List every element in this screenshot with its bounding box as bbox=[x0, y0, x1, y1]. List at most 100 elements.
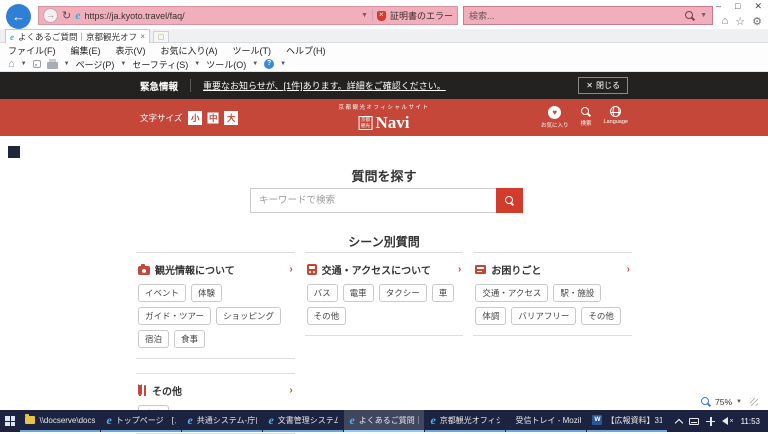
tag[interactable]: バス bbox=[307, 284, 338, 302]
address-dropdown-icon[interactable]: ▼ bbox=[361, 12, 368, 19]
tag[interactable]: 交通・アクセス bbox=[475, 284, 548, 302]
chevron-down-icon[interactable]: ▼ bbox=[194, 61, 200, 67]
chevron-down-icon[interactable]: ▼ bbox=[280, 61, 286, 67]
feed-icon[interactable] bbox=[33, 60, 41, 68]
chevron-down-icon[interactable]: ▼ bbox=[64, 61, 70, 67]
taskbar-item[interactable]: 受信トレイ - Mozilla ... bbox=[506, 410, 586, 432]
search-nav[interactable]: 検索 bbox=[581, 106, 592, 129]
taskbar-item[interactable]: e 共通システム-庁内メ... bbox=[182, 410, 262, 432]
print-icon[interactable] bbox=[47, 62, 58, 69]
nav-label: 検索 bbox=[581, 119, 592, 127]
category-card[interactable]: 観光情報について›イベント体験ガイド・ツアーショッピング宿泊食事 bbox=[136, 252, 295, 359]
browser-search-input[interactable] bbox=[469, 11, 680, 21]
chevron-down-icon[interactable]: ▼ bbox=[21, 61, 27, 67]
tag[interactable]: 体験 bbox=[191, 284, 222, 302]
emergency-notice-link[interactable]: 重要なお知らせが、[1件]あります。詳細をご確認ください。 bbox=[203, 79, 446, 92]
emergency-close-button[interactable]: ✕ 閉じる bbox=[578, 77, 628, 94]
globe-icon bbox=[610, 106, 621, 117]
chevron-down-icon[interactable]: ▼ bbox=[736, 399, 742, 405]
site-logo[interactable]: 京都観光オフィシャルサイト 京都観光 Navi bbox=[339, 103, 430, 133]
menu-item-2[interactable]: 表示(V) bbox=[116, 44, 146, 57]
tray-expand-icon[interactable] bbox=[675, 418, 683, 426]
emergency-label: 緊急情報 bbox=[140, 79, 178, 93]
start-button[interactable] bbox=[0, 410, 20, 432]
nav-label: Language bbox=[604, 119, 628, 125]
menu-item-3[interactable]: お気に入り(A) bbox=[161, 44, 218, 57]
font-size-button-小[interactable]: 小 bbox=[188, 111, 202, 125]
close-button[interactable]: ✕ bbox=[754, 1, 762, 12]
tag[interactable]: 食事 bbox=[174, 330, 205, 348]
resize-grip[interactable] bbox=[750, 398, 758, 406]
tag[interactable]: 体調 bbox=[475, 307, 506, 325]
volume-muted-icon[interactable]: × bbox=[722, 417, 733, 425]
taskbar-item[interactable]: e京都観光オフィシャル... bbox=[425, 410, 505, 432]
heart-icon: ♥ bbox=[548, 106, 561, 119]
browser-search-box[interactable]: ▼ bbox=[463, 6, 713, 25]
help-icon[interactable]: ? bbox=[264, 59, 274, 69]
keyboard-icon[interactable] bbox=[689, 418, 699, 425]
taskbar-item-label: 共通システム-庁内メ... bbox=[197, 415, 258, 426]
ie-icon: e bbox=[349, 415, 354, 425]
tag[interactable]: イベント bbox=[138, 284, 186, 302]
minimize-button[interactable]: – bbox=[716, 1, 721, 12]
tag[interactable]: ショッピング bbox=[216, 307, 281, 325]
font-size-button-中[interactable]: 中 bbox=[206, 111, 220, 125]
settings-gear-icon[interactable]: ⚙ bbox=[752, 15, 762, 28]
page-menu[interactable]: ページ(P) bbox=[76, 58, 115, 71]
taskbar-item[interactable]: eトップページ [メイン... bbox=[101, 410, 181, 432]
tag[interactable]: 電車 bbox=[343, 284, 374, 302]
active-tab[interactable]: e よくあるご質問｜京都観光オフ... × bbox=[5, 29, 150, 43]
maximize-button[interactable]: □ bbox=[735, 1, 740, 12]
tools-menu[interactable]: ツール(O) bbox=[206, 58, 246, 71]
tag-list: バス電車タクシー車その他 bbox=[307, 284, 462, 325]
category-card[interactable]: お困りごと›交通・アクセス駅・施設体調バリアフリーその他 bbox=[473, 252, 632, 336]
taskbar-item[interactable]: W 【広報資料】310130... bbox=[587, 410, 667, 432]
faq-search-button[interactable] bbox=[496, 188, 523, 213]
address-bar[interactable]: → ↻ e https://ja.kyoto.travel/faq/ ▼ 証明書… bbox=[38, 6, 458, 25]
search-dropdown-icon[interactable]: ▼ bbox=[700, 12, 707, 19]
tag[interactable]: タクシー bbox=[379, 284, 427, 302]
font-size-button-大[interactable]: 大 bbox=[224, 111, 238, 125]
tag[interactable]: ガイド・ツアー bbox=[138, 307, 211, 325]
menu-item-5[interactable]: ヘルプ(H) bbox=[286, 44, 326, 57]
window-controls: – □ ✕ bbox=[716, 1, 762, 12]
word-icon: W bbox=[592, 415, 602, 425]
menu-item-1[interactable]: 編集(E) bbox=[71, 44, 101, 57]
taskbar-item[interactable]: eよくあるご質問｜京... bbox=[344, 410, 424, 432]
chevron-down-icon[interactable]: ▼ bbox=[120, 61, 126, 67]
tag[interactable]: 車 bbox=[432, 284, 455, 302]
tag[interactable]: その他 bbox=[307, 307, 347, 325]
divider bbox=[190, 79, 191, 92]
tag[interactable]: その他 bbox=[581, 307, 621, 325]
taskbar-item[interactable]: \\docserve\docser... bbox=[20, 410, 100, 432]
taskbar-item-label: トップページ [メイン... bbox=[116, 415, 177, 426]
zoom-control[interactable]: 75% ▼ bbox=[701, 397, 758, 407]
menu-item-0[interactable]: ファイル(F) bbox=[8, 44, 56, 57]
menu-item-4[interactable]: ツール(T) bbox=[233, 44, 272, 57]
safety-menu[interactable]: セーフティ(S) bbox=[132, 58, 188, 71]
tag[interactable]: バリアフリー bbox=[511, 307, 576, 325]
new-tab-button[interactable]: ▢ bbox=[153, 31, 169, 43]
certificate-error-label[interactable]: 証明書のエラー bbox=[390, 9, 453, 22]
category-card[interactable]: 交通・アクセスについて›バス電車タクシー車その他 bbox=[305, 252, 464, 336]
home-icon[interactable]: ⌂ bbox=[8, 58, 15, 70]
url-text[interactable]: https://ja.kyoto.travel/faq/ bbox=[85, 11, 358, 21]
taskbar-item[interactable]: e文書管理システム-文... bbox=[263, 410, 343, 432]
tag[interactable]: 駅・施設 bbox=[553, 284, 601, 302]
chevron-down-icon[interactable]: ▼ bbox=[252, 61, 258, 67]
back-button[interactable]: ← bbox=[6, 4, 31, 29]
forward-button[interactable]: → bbox=[43, 8, 58, 23]
favorites-nav[interactable]: ♥ お気に入り bbox=[541, 106, 569, 129]
tab-title: よくあるご質問｜京都観光オフ... bbox=[18, 31, 136, 43]
search-icon[interactable] bbox=[685, 11, 695, 21]
faq-search-input[interactable] bbox=[250, 188, 496, 213]
tag[interactable]: 宿泊 bbox=[138, 330, 169, 348]
refresh-icon[interactable]: ↻ bbox=[62, 9, 71, 22]
home-icon[interactable]: ⌂ bbox=[722, 15, 729, 28]
taskbar-item-label: 【広報資料】310130... bbox=[606, 415, 662, 426]
favorites-star-icon[interactable]: ☆ bbox=[735, 15, 745, 28]
ie-icon: e bbox=[187, 415, 192, 425]
move-icon[interactable] bbox=[706, 417, 715, 426]
tab-close-icon[interactable]: × bbox=[140, 32, 145, 41]
language-nav[interactable]: Language bbox=[604, 106, 628, 129]
